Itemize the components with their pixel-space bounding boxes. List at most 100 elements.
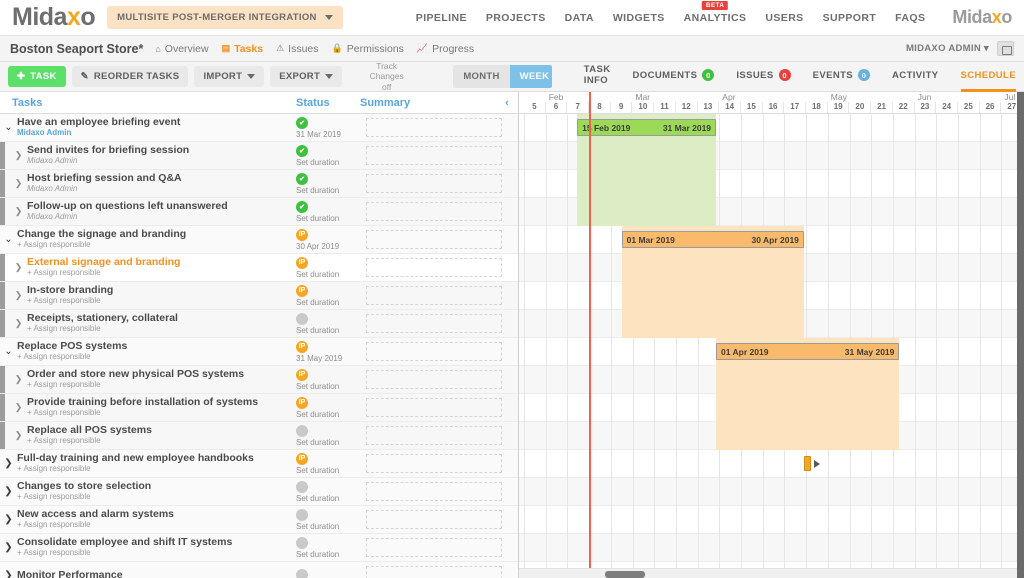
summary-input[interactable]	[366, 146, 502, 165]
nav-item-data[interactable]: DATA	[565, 12, 594, 24]
horizontal-scrollbar-thumb[interactable]	[605, 571, 645, 578]
chevron-right-icon[interactable]: ❯	[0, 570, 17, 578]
chevron-right-icon[interactable]: ❯	[0, 542, 17, 553]
column-header-summary[interactable]: Summary	[360, 97, 496, 109]
task-name[interactable]: Receipts, stationery, collateral	[27, 312, 296, 324]
chevron-down-icon[interactable]: ⌄	[0, 346, 17, 357]
row-drag-handle[interactable]	[0, 366, 5, 393]
table-row[interactable]: ❯Receipts, stationery, collateral+ Assig…	[0, 310, 518, 338]
collapse-panel-button[interactable]: ‹	[496, 97, 518, 109]
summary-input[interactable]	[366, 454, 502, 473]
user-menu[interactable]: MIDAXO ADMIN ▾	[906, 43, 989, 54]
summary-input[interactable]	[366, 398, 502, 417]
chevron-right-icon[interactable]: ❯	[10, 430, 27, 441]
gantt-bar[interactable]: 01 Mar 201930 Apr 2019	[622, 231, 804, 248]
horizontal-scrollbar[interactable]	[519, 568, 1024, 578]
breadcrumb-tab-issues[interactable]: ⚠Issues	[276, 43, 318, 55]
timescale-week-button[interactable]: WEEK	[510, 65, 552, 88]
export-button[interactable]: EXPORT	[270, 66, 342, 87]
table-row[interactable]: ❯Changes to store selection+ Assign resp…	[0, 478, 518, 506]
task-name[interactable]: Changes to store selection	[17, 480, 296, 492]
chevron-right-icon[interactable]: ❯	[10, 318, 27, 329]
summary-input[interactable]	[366, 174, 502, 193]
chevron-right-icon[interactable]: ❯	[10, 206, 27, 217]
task-name[interactable]: Monitor Performance	[17, 569, 296, 578]
summary-input[interactable]	[366, 314, 502, 333]
chevron-right-icon[interactable]: ❯	[10, 290, 27, 301]
task-date[interactable]: Set duration	[296, 270, 360, 279]
tab-events[interactable]: EVENTS0	[813, 62, 870, 92]
status-badge[interactable]: ✔	[296, 145, 308, 157]
chevron-right-icon[interactable]: ❯	[10, 262, 27, 273]
nav-item-users[interactable]: USERS	[765, 12, 803, 24]
task-name[interactable]: New access and alarm systems	[17, 508, 296, 520]
row-drag-handle[interactable]	[0, 142, 5, 169]
table-row[interactable]: ❯Full-day training and new employee hand…	[0, 450, 518, 478]
assign-responsible-link[interactable]: + Assign responsible	[17, 352, 296, 362]
status-badge[interactable]	[296, 509, 308, 521]
tab-issues[interactable]: ISSUES0	[736, 62, 790, 92]
tab-task-info[interactable]: TASK INFO	[584, 62, 611, 92]
assign-responsible-link[interactable]: + Assign responsible	[17, 548, 296, 558]
task-date[interactable]: Set duration	[296, 466, 360, 475]
status-badge[interactable]: IP	[296, 369, 308, 381]
assign-responsible-link[interactable]: + Assign responsible	[27, 380, 296, 390]
status-badge[interactable]: ✔	[296, 117, 308, 129]
chevron-down-icon[interactable]: ⌄	[0, 234, 17, 245]
table-row[interactable]: ❯External signage and branding+ Assign r…	[0, 254, 518, 282]
add-task-button[interactable]: ✚ TASK	[8, 66, 66, 87]
breadcrumb-tab-progress[interactable]: 📈Progress	[417, 43, 474, 55]
chevron-right-icon[interactable]: ❯	[10, 178, 27, 189]
summary-input[interactable]	[366, 258, 502, 277]
status-badge[interactable]	[296, 537, 308, 549]
row-drag-handle[interactable]	[0, 394, 5, 421]
task-name[interactable]: Replace all POS systems	[27, 424, 296, 436]
summary-input[interactable]	[366, 538, 502, 557]
status-badge[interactable]	[296, 481, 308, 493]
tab-activity[interactable]: ACTIVITY	[892, 62, 938, 92]
status-badge[interactable]	[296, 425, 308, 437]
status-badge[interactable]: ✔	[296, 173, 308, 185]
task-date[interactable]: Set duration	[296, 550, 360, 559]
nav-item-support[interactable]: SUPPORT	[823, 12, 877, 24]
status-badge[interactable]: IP	[296, 285, 308, 297]
table-row[interactable]: ❯Order and store new physical POS system…	[0, 366, 518, 394]
nav-item-faqs[interactable]: FAQS	[895, 12, 925, 24]
task-date[interactable]: Set duration	[296, 382, 360, 391]
column-header-tasks[interactable]: Tasks	[0, 97, 296, 109]
task-date[interactable]: 30 Apr 2019	[296, 242, 360, 251]
chevron-right-icon[interactable]: ❯	[0, 486, 17, 497]
assign-responsible-link[interactable]: + Assign responsible	[17, 520, 296, 530]
task-name[interactable]: Have an employee briefing event	[17, 116, 296, 128]
summary-input[interactable]	[366, 370, 502, 389]
table-row[interactable]: ⌄Change the signage and branding+ Assign…	[0, 226, 518, 254]
chevron-down-icon[interactable]: ⌄	[0, 122, 17, 133]
row-drag-handle[interactable]	[0, 282, 5, 309]
assign-responsible-link[interactable]: + Assign responsible	[27, 408, 296, 418]
assign-responsible-link[interactable]: + Assign responsible	[27, 268, 296, 278]
task-name[interactable]: Host briefing session and Q&A	[27, 172, 296, 184]
table-row[interactable]: ❯In-store branding+ Assign responsibleIP…	[0, 282, 518, 310]
task-date[interactable]: Set duration	[296, 326, 360, 335]
tab-schedule[interactable]: SCHEDULE	[961, 62, 1016, 92]
status-badge[interactable]	[296, 569, 308, 578]
assign-responsible-link[interactable]: + Assign responsible	[27, 324, 296, 334]
reorder-tasks-button[interactable]: ✎ REORDER TASKS	[72, 66, 189, 87]
status-badge[interactable]: IP	[296, 341, 308, 353]
expand-window-icon[interactable]	[997, 41, 1014, 56]
nav-item-widgets[interactable]: WIDGETS	[613, 12, 665, 24]
status-badge[interactable]	[296, 313, 308, 325]
task-name[interactable]: Replace POS systems	[17, 340, 296, 352]
project-selector[interactable]: MULTISITE POST-MERGER INTEGRATION	[107, 6, 343, 29]
row-drag-handle[interactable]	[0, 254, 5, 281]
status-badge[interactable]: IP	[296, 453, 308, 465]
chevron-right-icon[interactable]: ❯	[0, 514, 17, 525]
task-date[interactable]: Set duration	[296, 158, 360, 167]
tab-documents[interactable]: DOCUMENTS0	[633, 62, 715, 92]
status-badge[interactable]: ✔	[296, 201, 308, 213]
summary-input[interactable]	[366, 566, 502, 578]
nav-item-projects[interactable]: PROJECTS	[486, 12, 546, 24]
table-row[interactable]: ❯Follow-up on questions left unansweredM…	[0, 198, 518, 226]
task-date[interactable]: Set duration	[296, 494, 360, 503]
summary-input[interactable]	[366, 482, 502, 501]
